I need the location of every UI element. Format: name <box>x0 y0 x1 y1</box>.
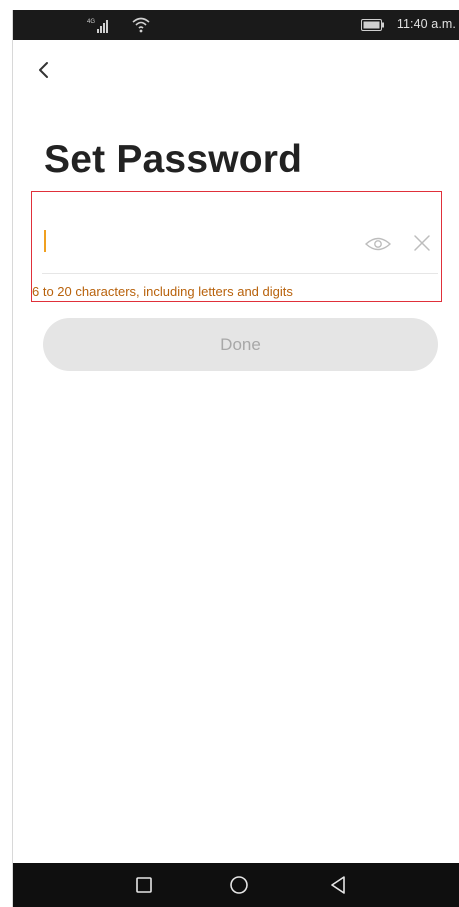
battery-icon <box>361 19 384 31</box>
app-screen: 4G 11:40 a.m. Set Password 6 to 20 chara… <box>12 10 459 907</box>
back-button[interactable] <box>33 58 57 82</box>
page-title: Set Password <box>44 138 303 181</box>
eye-icon[interactable] <box>365 235 391 253</box>
field-divider <box>42 273 438 274</box>
wifi-icon <box>132 17 150 33</box>
square-icon[interactable] <box>136 877 152 893</box>
navigation-bar <box>13 863 459 907</box>
status-time: 11:40 a.m. <box>396 17 456 31</box>
circle-icon[interactable] <box>229 875 249 895</box>
done-button[interactable]: Done <box>43 318 438 371</box>
triangle-back-icon[interactable] <box>329 875 347 895</box>
password-hint: 6 to 20 characters, including letters an… <box>32 284 293 299</box>
close-icon[interactable] <box>413 234 431 252</box>
signal-icon: 4G <box>87 19 108 33</box>
password-input[interactable] <box>42 224 346 258</box>
password-field-group: 6 to 20 characters, including letters an… <box>31 191 442 302</box>
status-bar: 4G 11:40 a.m. <box>13 10 459 40</box>
text-cursor <box>44 230 46 252</box>
svg-text:4G: 4G <box>87 19 95 25</box>
